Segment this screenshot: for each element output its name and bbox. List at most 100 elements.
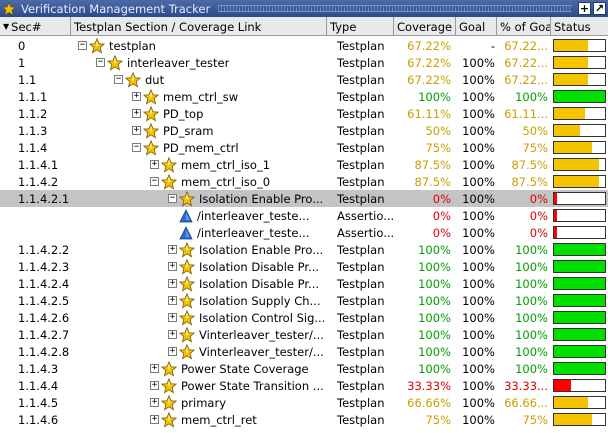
testplan-star-icon [178,190,196,207]
expand-icon[interactable]: + [150,381,159,390]
section-label[interactable]: dut [145,73,164,87]
column-header-sec[interactable]: ▼ Sec# [0,17,71,36]
section-cell: + Isolation Enable Pro... [71,241,327,258]
tree-row[interactable]: 1.1.4.5 + primary Testplan 66.66% 100% 66.66..… [0,394,608,411]
tree-row[interactable]: 1 − interleaver_tester Testplan 67.22% 100% 67… [0,54,608,71]
section-label[interactable]: Power State Coverage [181,362,309,376]
expand-icon[interactable]: + [168,279,177,288]
tree-row[interactable]: 1.1.4.2.2 + Isolation Enable Pro... Testpla… [0,241,608,258]
tree-row[interactable]: 1.1.4.2.1 − Isolation Enable Pro... Testpla… [0,190,608,207]
tree-row[interactable]: 1.1.4.3 + Power State Coverage Testplan 100%… [0,360,608,377]
expand-icon[interactable]: + [168,330,177,339]
expand-icon[interactable]: + [168,262,177,271]
section-label[interactable]: PD_mem_ctrl [163,141,239,155]
column-header-type[interactable]: Type [327,17,394,36]
section-label[interactable]: mem_ctrl_sw [163,90,238,104]
section-label[interactable]: Isolation Enable Pro... [199,192,323,206]
tree-row[interactable]: 1.1.4.2 − mem_ctrl_iso_0 Testplan 87.5% 100% 8… [0,173,608,190]
coverage-cell: 33.33% [407,378,451,393]
section-label[interactable]: Isolation Supply Ch... [199,294,320,308]
tree-row[interactable]: 1.1.4.2.7 + Vinterleaver_tester/... Testpla… [0,326,608,343]
expand-icon[interactable]: + [150,160,159,169]
tree-row[interactable]: 1.1.4.6 + mem_ctrl_ret Testplan 75% 100% 75% [0,411,608,428]
collapse-icon[interactable]: − [168,194,177,203]
section-label[interactable]: Isolation Disable Pr... [199,277,319,291]
expand-icon[interactable]: + [168,245,177,254]
section-label[interactable]: mem_ctrl_iso_0 [181,175,270,189]
expand-icon[interactable]: + [168,347,177,356]
coverage-cell: 100% [418,242,451,257]
section-label[interactable]: Power State Transition ... [181,379,324,393]
section-label[interactable]: /interleaver_teste... [197,209,309,223]
status-bar [553,107,606,120]
tree-row[interactable]: /interleaver_teste... Assertio... 0% 100% 0% [0,207,608,224]
expand-icon[interactable]: + [150,364,159,373]
tree-row[interactable]: 1.1.4.2.5 + Isolation Supply Ch... Testplan… [0,292,608,309]
sec-number: 1.1.4.2.2 [18,242,70,257]
pct-goal-cell: 33.33... [504,378,548,393]
tree-row[interactable]: 1.1.1 + mem_ctrl_sw Testplan 100% 100% 100% [0,88,608,105]
column-header-goal[interactable]: Goal [456,17,497,36]
undock-button[interactable]: ↗ [593,2,606,15]
tree-row[interactable]: 1.1.4.2.3 + Isolation Disable Pr... Testpla… [0,258,608,275]
section-label[interactable]: PD_top [163,107,203,121]
section-label[interactable]: PD_sram [163,124,214,138]
coverage-cell: 61.11% [407,106,451,121]
tree-row[interactable]: /interleaver_teste... Assertio... 0% 100% 0% [0,224,608,241]
section-label[interactable]: mem_ctrl_ret [181,413,257,427]
window-titlebar[interactable]: Verification Management Tracker + ↗ [0,0,608,17]
section-label[interactable]: primary [181,396,226,410]
tree-row[interactable]: 1.1.4.2.8 + Vinterleaver_tester/... Testpla… [0,343,608,360]
tree-row[interactable]: 1.1.3 + PD_sram Testplan 50% 100% 50% [0,122,608,139]
status-cell [551,394,608,411]
collapse-icon[interactable]: − [114,75,123,84]
tree-row[interactable]: 1.1.4 − PD_mem_ctrl Testplan 75% 100% 75% [0,139,608,156]
add-button[interactable]: + [578,2,591,15]
expand-icon[interactable]: + [150,398,159,407]
expand-icon[interactable]: + [132,109,141,118]
column-header-status[interactable]: Status [551,17,608,36]
expand-icon[interactable]: + [132,126,141,135]
column-header-pct-goal[interactable]: % of Goa [497,17,551,36]
section-label[interactable]: mem_ctrl_iso_1 [181,158,270,172]
sec-number [0,224,71,241]
section-label[interactable]: Vinterleaver_tester/... [199,328,324,342]
expand-icon[interactable]: + [168,296,177,305]
section-label[interactable]: Isolation Disable Pr... [199,260,319,274]
collapse-icon[interactable]: − [78,41,87,50]
collapse-icon[interactable]: − [96,58,105,67]
tree-row[interactable]: 1.1 − dut Testplan 67.22% 100% 67.22... [0,71,608,88]
tree-row[interactable]: 0 − testplan Testplan 67.22% -67.22... [0,37,608,54]
sec-number: 1.1.4.2.3 [18,259,70,274]
goal-cell: 100% [462,242,495,257]
pct-goal-cell: 67.22... [504,38,548,53]
titlebar-grip[interactable] [218,5,572,12]
status-bar [553,413,606,426]
tree-row[interactable]: 1.1.4.1 + mem_ctrl_iso_1 Testplan 87.5% 100% 8… [0,156,608,173]
sec-number: 0 [18,38,26,53]
section-label[interactable]: Vinterleaver_tester/... [199,345,324,359]
collapse-icon[interactable]: − [150,177,159,186]
column-header-section[interactable]: Testplan Section / Coverage Link [71,17,327,36]
section-label[interactable]: Isolation Control Sig... [199,311,325,325]
expand-icon[interactable]: + [132,92,141,101]
tree-row[interactable]: 1.1.2 + PD_top Testplan 61.11% 100% 61.11... [0,105,608,122]
collapse-icon[interactable]: − [132,143,141,152]
section-label[interactable]: testplan [109,39,156,53]
tree-row[interactable]: 1.1.4.4 + Power State Transition ... Testpl… [0,377,608,394]
tree-row[interactable]: 1.1.4.2.4 + Isolation Disable Pr... Testpla… [0,275,608,292]
testplan-star-icon [160,377,178,394]
testplan-star-icon [160,394,178,411]
status-bar-fill [554,210,558,221]
section-label[interactable]: /interleaver_teste... [197,226,309,240]
section-label[interactable]: interleaver_tester [127,56,229,70]
column-header-coverage[interactable]: Coverage [394,17,456,36]
tree-row[interactable]: 1.1.4.2.6 + Isolation Control Sig... Testpl… [0,309,608,326]
section-label[interactable]: Isolation Enable Pro... [199,243,323,257]
expand-icon[interactable]: + [150,415,159,424]
expand-icon[interactable]: + [168,313,177,322]
testplan-star-icon [142,105,160,122]
type-cell: Testplan [337,140,385,155]
status-bar-fill [554,278,605,289]
